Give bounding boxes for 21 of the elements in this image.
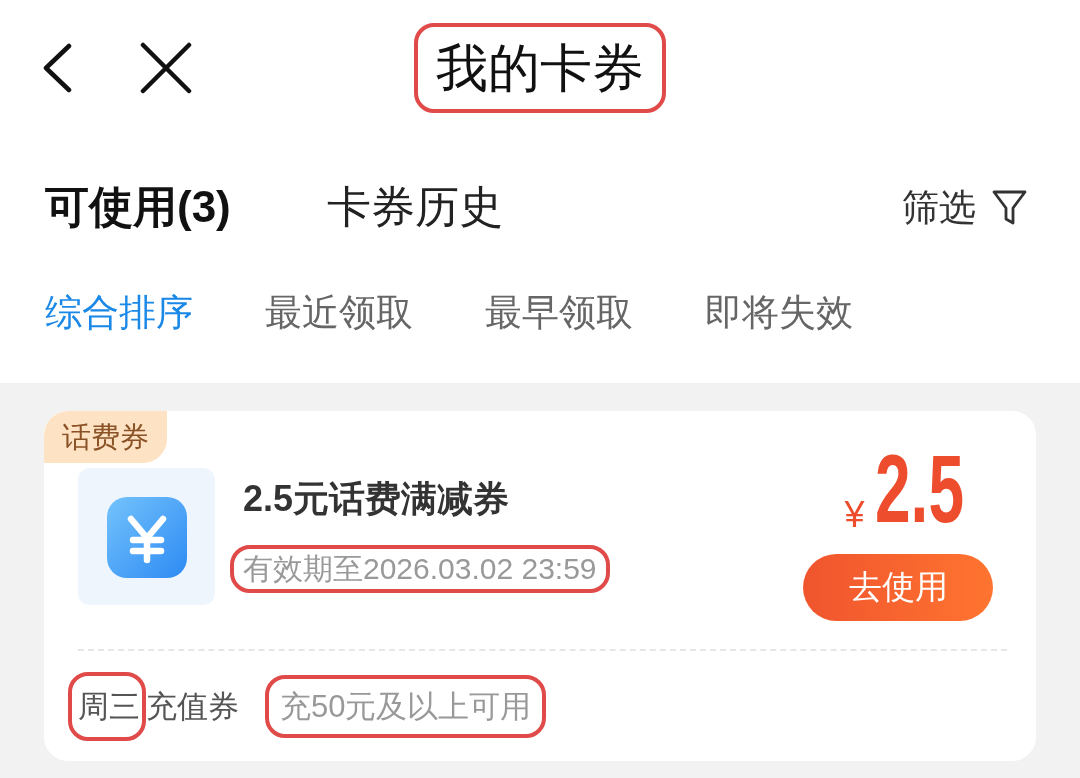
coupon-tag: 话费券 (44, 411, 167, 463)
coupon-type-text: 周三 (78, 687, 140, 725)
filter-button[interactable]: 筛选 (902, 182, 1027, 233)
condition-text: 充50元及以上可用 (280, 687, 532, 725)
yen-icon (78, 468, 215, 605)
sort-option[interactable]: 最近领取 (265, 288, 413, 338)
currency-symbol: ¥ (844, 495, 865, 535)
tab[interactable]: 可使用(3) (45, 178, 231, 237)
tab[interactable]: 卡券历史 (326, 178, 503, 237)
use-button[interactable]: 去使用 (803, 554, 993, 621)
filter-icon (992, 189, 1027, 226)
coupon-amount: 2.5 (874, 440, 964, 537)
back-icon[interactable] (42, 42, 72, 93)
page-title: 我的卡券 (436, 38, 644, 97)
sort-option[interactable]: 综合排序 (45, 288, 193, 338)
coupon-type-text: 充值券 (146, 687, 239, 725)
expiry-text: 有效期至2026.03.02 23:59 (243, 551, 597, 587)
sort-option[interactable]: 即将失效 (705, 288, 853, 338)
coupon-title: 2.5元话费满减券 (243, 477, 510, 520)
sort-option[interactable]: 最早领取 (485, 288, 633, 338)
close-icon[interactable] (140, 41, 192, 94)
